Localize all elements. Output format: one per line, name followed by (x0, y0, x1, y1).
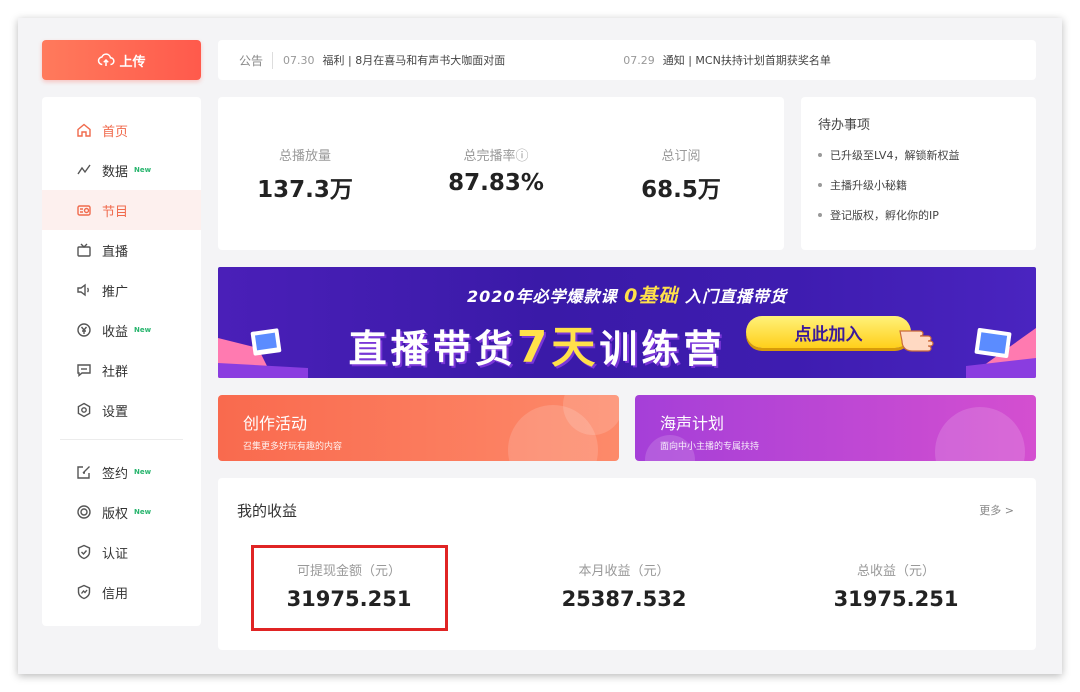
yen-icon (76, 322, 92, 338)
highlight-annotation-box (251, 545, 448, 631)
todo-item[interactable]: 已升级至LV4，解锁新权益 (818, 147, 1036, 163)
copyright-icon (76, 504, 92, 520)
sidebar-item-label: 签约 (102, 466, 129, 482)
bullet-dot (818, 213, 822, 217)
stat-label: 总播放量 (278, 149, 331, 164)
stat-total-plays: 总播放量 137.3万 (215, 145, 395, 204)
stat-label: 总订阅 (661, 149, 701, 164)
shield-icon (76, 544, 92, 560)
new-badge: New (134, 166, 152, 174)
sidebar-divider (60, 439, 183, 440)
sidebar-item-contract[interactable]: 签约 New (42, 452, 201, 492)
stat-subscriptions: 总订阅 68.5万 (591, 145, 771, 204)
sidebar-item-label: 认证 (102, 546, 129, 562)
sidebar-item-label: 数据 (102, 164, 129, 180)
sidebar-item-label: 信用 (102, 586, 129, 602)
metric-value: 31975.251 (833, 587, 959, 611)
sidebar-item-programs[interactable]: 节目 (42, 190, 201, 230)
sidebar-item-copyright[interactable]: 版权 New (42, 492, 201, 532)
new-badge: New (134, 468, 152, 476)
banner-main-highlight: 7天 (516, 322, 600, 373)
more-link[interactable]: 更多 > (979, 502, 1014, 518)
announcement-date: 07.29 (623, 53, 655, 67)
sidebar-item-label: 版权 (102, 506, 129, 522)
announcement-date: 07.30 (283, 53, 315, 67)
radio-icon (76, 202, 92, 218)
banner-sub-prefix: 2020年必学爆款课 (467, 287, 618, 306)
todo-item[interactable]: 登记版权，孵化你的IP (818, 207, 1036, 223)
sidebar-item-home[interactable]: 首页 (42, 110, 201, 150)
sidebar-item-label: 设置 (102, 404, 129, 420)
todo-item-text: 主播升级小秘籍 (830, 179, 907, 192)
chart-icon (76, 162, 92, 178)
todo-card: 待办事项 已升级至LV4，解锁新权益 主播升级小秘籍 登记版权，孵化你的IP (801, 97, 1036, 250)
todo-title: 待办事项 (818, 118, 871, 133)
stat-value: 68.5万 (641, 177, 721, 203)
sidebar-item-credit[interactable]: 信用 (42, 572, 201, 612)
banner-main-prefix: 直播带货 (348, 327, 517, 371)
sidebar-item-label: 社群 (102, 364, 129, 380)
laptop-illustration (966, 328, 1036, 378)
join-button[interactable]: 点此加入 (746, 316, 911, 348)
credit-icon (76, 584, 92, 600)
sidebar-item-label: 收益 (102, 324, 129, 340)
promo-subtitle: 面向中小主播的专属扶持 (660, 442, 760, 452)
stat-value: 87.83% (448, 170, 544, 196)
metric-label: 本月收益（元） (578, 564, 670, 579)
announcement-bar: 公告 07.30 福利 | 8月在喜马和有声书大咖面对面 07.29 通知 | … (218, 40, 1036, 80)
banner-subtitle: 2020年必学爆款课 0基础 入门直播带货 (218, 281, 1036, 308)
announcement-link[interactable]: 通知 | MCN扶持计划首期获奖名单 (663, 52, 831, 68)
pointing-hand-icon (899, 330, 934, 352)
earnings-card: 我的收益 更多 > 可提现金额（元） 31975.251 本月收益（元） 253… (218, 478, 1036, 650)
chat-icon (76, 362, 92, 378)
speaker-icon (76, 282, 92, 298)
haisheng-plan-card[interactable]: 海声计划 面向中小主播的专属扶持 (635, 395, 1036, 461)
sidebar-item-live[interactable]: 直播 (42, 230, 201, 270)
new-badge: New (134, 326, 152, 334)
sidebar-item-community[interactable]: 社群 (42, 350, 201, 390)
new-badge: New (134, 508, 152, 516)
edit-icon (76, 464, 92, 480)
bullet-dot (818, 183, 822, 187)
upload-label: 上传 (119, 54, 146, 70)
sidebar-item-data[interactable]: 数据 New (42, 150, 201, 190)
promo-banner[interactable]: 2020年必学爆款课 0基础 入门直播带货 直播带货7天训练营 点此加入 (218, 267, 1036, 378)
metric-monthly: 本月收益（元） 25387.532 (524, 560, 724, 611)
metric-total: 总收益（元） 31975.251 (796, 560, 996, 611)
tv-icon (76, 242, 92, 258)
stat-value: 137.3万 (257, 177, 353, 203)
home-icon (76, 122, 92, 138)
sidebar-item-label: 节目 (102, 204, 129, 220)
earnings-title: 我的收益 (237, 502, 298, 520)
sidebar-item-verify[interactable]: 认证 (42, 532, 201, 572)
metric-label: 总收益（元） (856, 564, 935, 579)
stats-card: 总播放量 137.3万 总完播率ⓘ 87.83% 总订阅 68.5万 (218, 97, 784, 250)
upload-button[interactable]: 上传 (42, 40, 201, 80)
creation-activity-card[interactable]: 创作活动 召集更多好玩有趣的内容 (218, 395, 619, 461)
upload-cloud-icon (98, 53, 116, 66)
sidebar: 首页 数据 New 节目 直播 推广 收益 New 社群 设置 签约 New 版… (42, 97, 201, 626)
todo-item-text: 登记版权，孵化你的IP (830, 209, 939, 222)
todo-item[interactable]: 主播升级小秘籍 (818, 177, 1036, 193)
metric-value: 25387.532 (561, 587, 687, 611)
stat-label[interactable]: 总完播率ⓘ (406, 145, 586, 164)
sidebar-item-label: 首页 (102, 124, 129, 140)
banner-sub-highlight: 0基础 (624, 285, 679, 307)
sidebar-item-promotion[interactable]: 推广 (42, 270, 201, 310)
gear-icon (76, 402, 92, 418)
stat-completion-rate: 总完播率ⓘ 87.83% (406, 145, 586, 196)
sidebar-item-settings[interactable]: 设置 (42, 390, 201, 430)
sidebar-item-label: 直播 (102, 244, 129, 260)
bullet-dot (818, 153, 822, 157)
sidebar-item-label: 推广 (102, 284, 129, 300)
sidebar-item-earnings[interactable]: 收益 New (42, 310, 201, 350)
announcement-link[interactable]: 福利 | 8月在喜马和有声书大咖面对面 (323, 52, 506, 68)
promo-subtitle: 召集更多好玩有趣的内容 (243, 442, 343, 452)
banner-main-suffix: 训练营 (599, 327, 726, 371)
announcement-label: 公告 (218, 51, 274, 69)
banner-sub-suffix: 入门直播带货 (684, 287, 787, 306)
todo-item-text: 已升级至LV4，解锁新权益 (830, 149, 960, 162)
